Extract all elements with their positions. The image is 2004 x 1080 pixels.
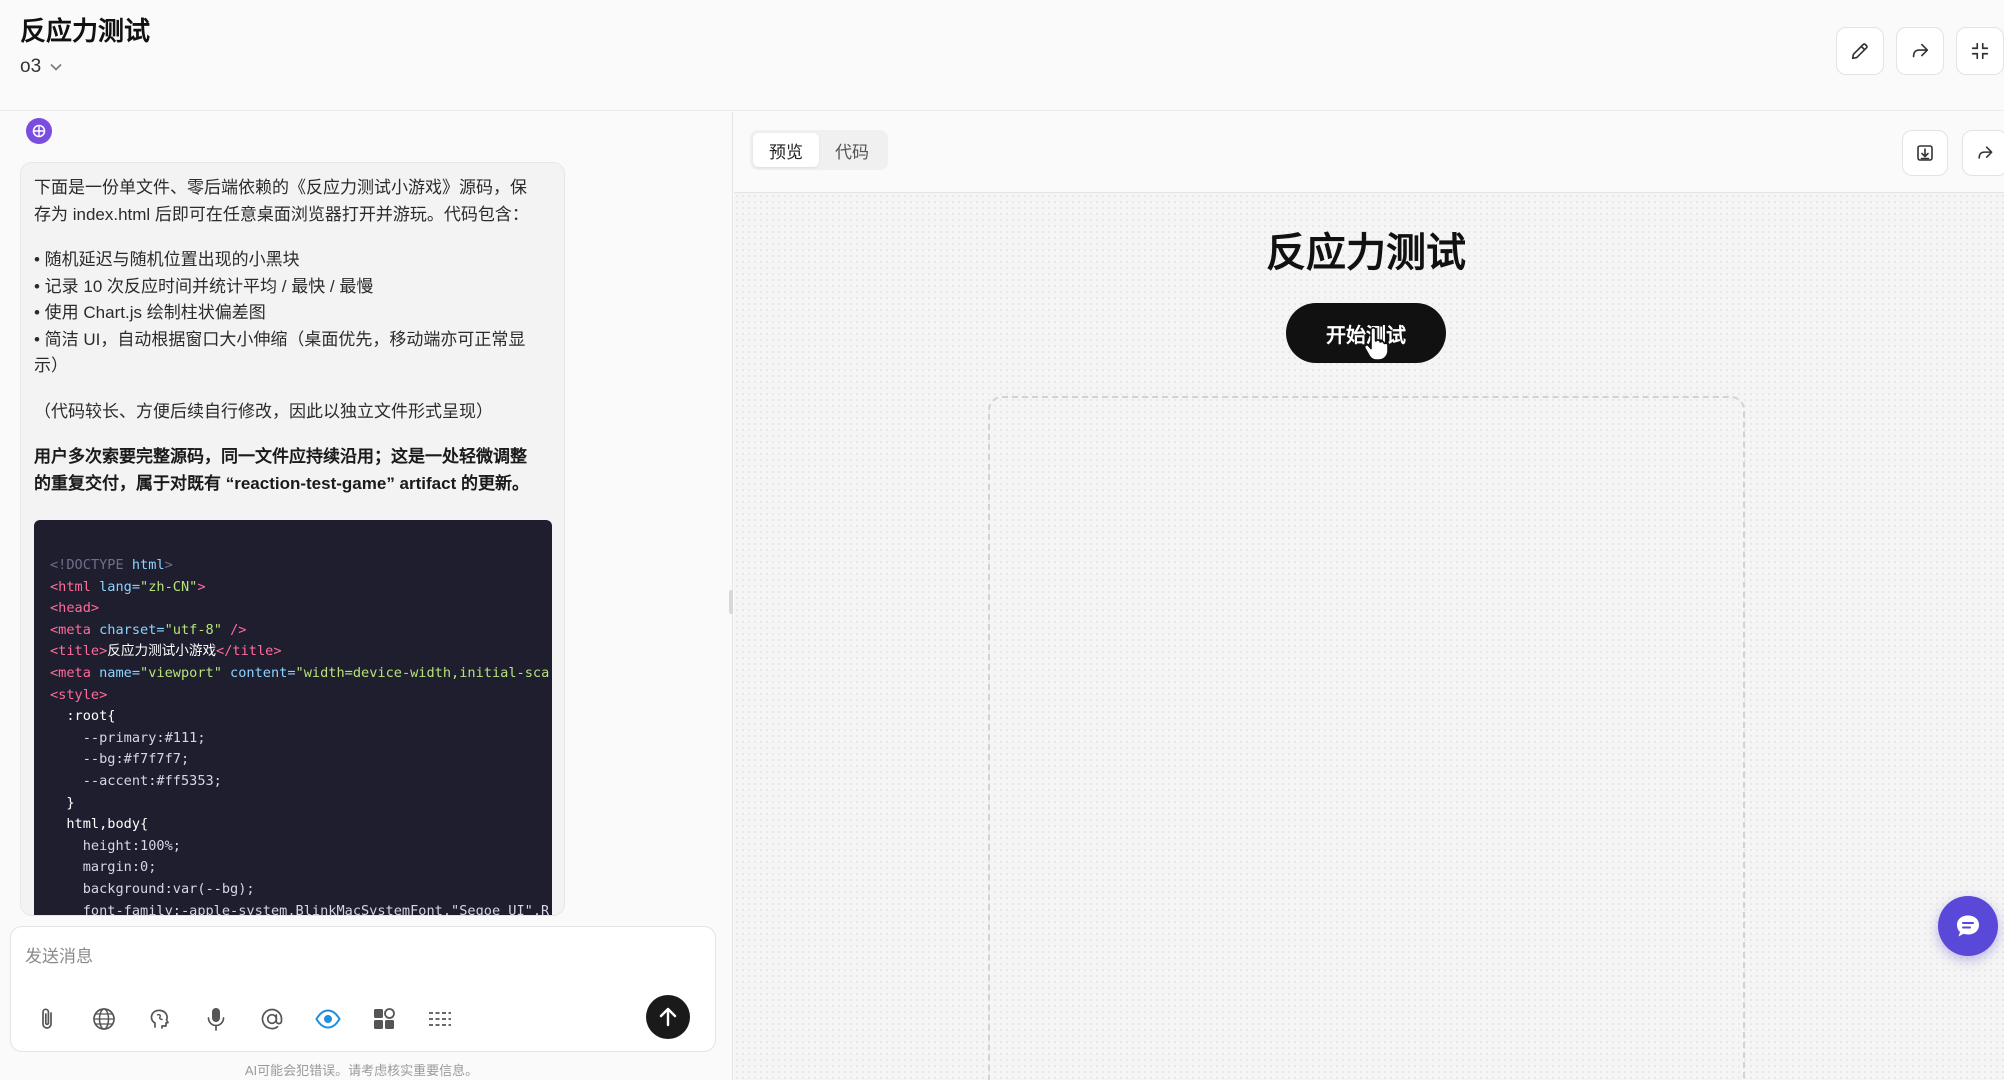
send-button[interactable]: [646, 995, 690, 1039]
tab-preview[interactable]: 预览: [753, 133, 819, 167]
message-composer: [10, 926, 716, 1052]
note-line: （代码较长、方便后续自行修改，因此以独立文件形式呈现）: [34, 401, 493, 421]
preview-toggle-button[interactable]: [311, 1002, 345, 1036]
collapse-icon: [1971, 42, 1989, 60]
brain-icon: [150, 1009, 169, 1029]
mention-button[interactable]: [255, 1002, 289, 1036]
download-button[interactable]: [1902, 130, 1948, 176]
code-block[interactable]: <!DOCTYPE html> <html lang="zh-CN"> <hea…: [34, 520, 552, 916]
voice-input-button[interactable]: [199, 1002, 233, 1036]
assistant-message: 下面是一份单文件、零后端依赖的《反应力测试小游戏》源码，保 存为 index.h…: [20, 162, 565, 916]
arrow-up-icon: [659, 1007, 677, 1027]
collapse-button[interactable]: [1956, 27, 2004, 75]
bullet-item: • 使用 Chart.js 绘制柱状偏差图: [34, 303, 266, 322]
chevron-down-icon: [50, 63, 62, 71]
artifact-tabs: 预览 代码: [750, 130, 888, 170]
composer-toolbar: [31, 1001, 457, 1037]
web-search-button[interactable]: [87, 1002, 121, 1036]
bullet-item: • 记录 10 次反应时间并统计平均 / 最快 / 最慢: [34, 276, 374, 296]
intro-line: 存为 index.html 后即可在任意桌面浏览器打开并游玩。代码包含：: [34, 204, 529, 224]
hand-cursor-icon: [1363, 326, 1389, 361]
globe-icon: [93, 1008, 115, 1030]
apps-button[interactable]: [367, 1002, 401, 1036]
bold-line: 用户多次索要完整源码，同一文件应持续沿用；这是一处轻微调整: [34, 447, 527, 466]
model-selector[interactable]: o3: [20, 56, 63, 78]
conversation-title: 反应力测试: [20, 16, 151, 46]
top-header: 反应力测试 o3: [0, 0, 2004, 111]
share-icon: [1912, 43, 1929, 58]
deep-think-button[interactable]: [143, 1002, 177, 1036]
attach-button[interactable]: [31, 1002, 65, 1036]
edit-button[interactable]: [1836, 27, 1884, 75]
microphone-icon: [207, 1008, 225, 1031]
more-options-button[interactable]: [423, 1002, 457, 1036]
download-icon: [1917, 145, 1933, 161]
share-button[interactable]: [1896, 27, 1944, 75]
chat-assistant-button[interactable]: [1938, 896, 1998, 956]
at-icon: [261, 1008, 283, 1030]
bold-line: 的重复交付，属于对既有 “reaction-test-game” artifac…: [34, 473, 529, 493]
dashed-menu-icon: [429, 1012, 451, 1026]
model-name: o3: [20, 56, 42, 77]
bullet-item: • 随机延迟与随机位置出现的小黑块: [34, 250, 300, 269]
tab-code[interactable]: 代码: [819, 133, 885, 167]
assistant-avatar: [26, 118, 52, 144]
message-text: 下面是一份单文件、零后端依赖的《反应力测试小游戏》源码，保 存为 index.h…: [34, 175, 554, 497]
apps-grid-icon: [374, 1008, 395, 1029]
chat-bubble-icon: [1957, 915, 1979, 937]
message-input[interactable]: [25, 941, 685, 973]
panel-resize-handle[interactable]: [729, 590, 733, 614]
intro-line: 下面是一份单文件、零后端依赖的《反应力测试小游戏》源码，保: [34, 178, 527, 197]
eye-icon: [315, 1009, 341, 1029]
game-play-area[interactable]: [988, 396, 1745, 1080]
bullet-item: 示）: [34, 356, 68, 375]
game-title: 反应力测试: [1266, 231, 1466, 275]
pencil-icon: [1851, 43, 1868, 60]
artifact-share-button[interactable]: [1962, 130, 2004, 176]
assistant-logo-icon: [32, 124, 46, 138]
share-icon: [1978, 146, 1993, 159]
ai-disclaimer: AI可能会犯错误。请考虑核实重要信息。: [244, 1063, 479, 1078]
bullet-item: • 简洁 UI，自动根据窗口大小伸缩（桌面优先，移动端亦可正常显: [34, 329, 526, 349]
code-content: <!DOCTYPE html> <html lang="zh-CN"> <hea…: [50, 557, 550, 916]
paperclip-icon: [42, 1008, 52, 1029]
